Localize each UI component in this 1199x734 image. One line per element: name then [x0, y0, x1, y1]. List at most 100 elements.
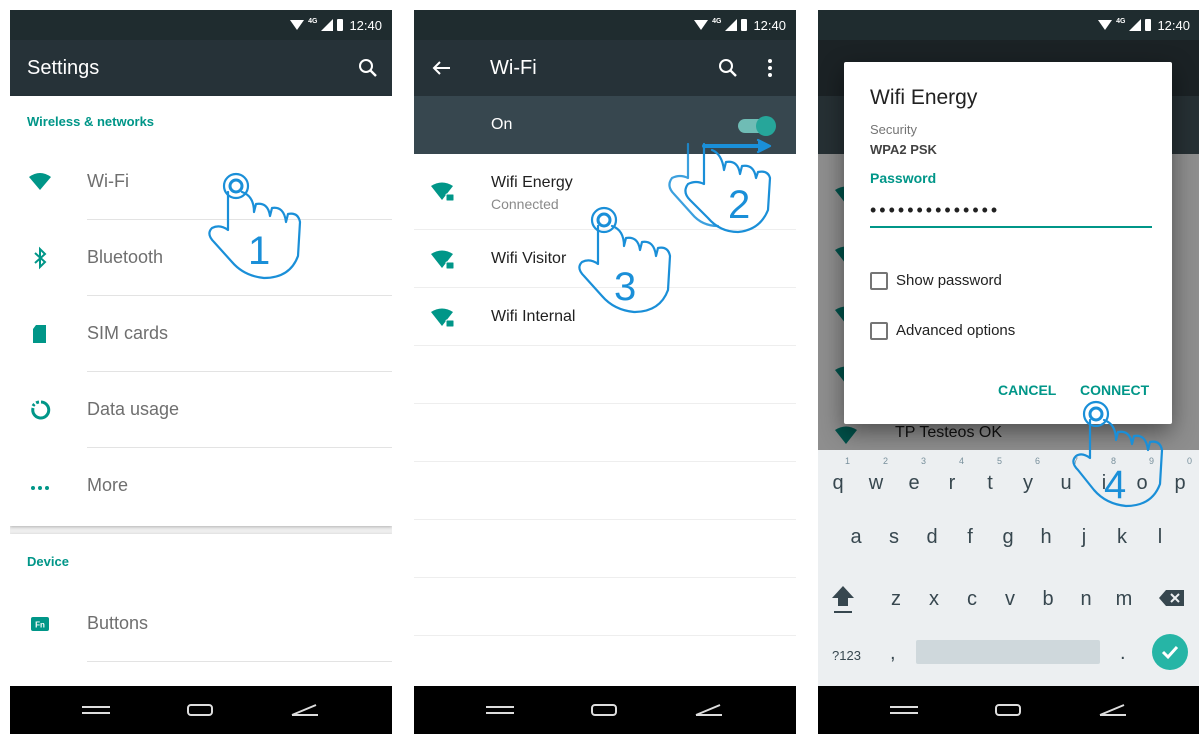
backspace-icon[interactable] [1158, 588, 1186, 608]
settings-item-more[interactable]: More [10, 448, 392, 524]
network-type-label: 4G [1116, 17, 1126, 25]
recent-apps-icon[interactable] [480, 699, 520, 721]
battery-icon [1145, 19, 1152, 31]
step-number: 1 [248, 229, 270, 273]
checkbox-icon [870, 272, 888, 290]
overflow-menu-icon[interactable] [758, 56, 782, 80]
key-v[interactable]: v [992, 578, 1028, 624]
battery-icon [741, 19, 748, 31]
wireless-card: Wireless & networks Wi-Fi Bluetooth SIM … [10, 96, 392, 526]
wifi-network-name: TP Testeos OK [895, 424, 1003, 441]
shift-key-icon[interactable] [830, 582, 856, 616]
symbols-key[interactable]: ?123 [832, 648, 861, 663]
key-c[interactable]: c [954, 578, 990, 624]
key-z[interactable]: z [878, 578, 914, 624]
key-s[interactable]: s [876, 516, 912, 562]
search-icon[interactable] [356, 56, 380, 80]
key-t[interactable]: 5t [972, 454, 1008, 500]
navigation-bar [414, 686, 796, 734]
spacebar[interactable] [916, 640, 1100, 664]
app-bar: Wi-Fi [414, 40, 796, 96]
home-icon[interactable] [180, 699, 220, 721]
wifi-network-status: Connected [491, 196, 559, 212]
switch-label: On [491, 116, 513, 133]
data-usage-icon [28, 398, 52, 422]
settings-item-label: Bluetooth [87, 247, 164, 267]
fn-buttons-icon: Fn [28, 612, 52, 636]
period-key[interactable]: . [1120, 642, 1126, 665]
status-time: 12:40 [1157, 17, 1190, 33]
cell-signal-icon [725, 19, 738, 31]
settings-item-label: SIM cards [87, 323, 169, 343]
key-d[interactable]: d [914, 516, 950, 562]
connect-dialog-screen: 4G 12:40 TP Testeos OK Wifi Energy Secur… [818, 10, 1199, 734]
key-g[interactable]: g [990, 516, 1026, 562]
home-icon[interactable] [584, 699, 624, 721]
wifi-lock-icon [430, 180, 456, 204]
wifi-lock-icon [834, 424, 860, 453]
advanced-options-checkbox[interactable]: Advanced options [870, 320, 1130, 344]
key-x[interactable]: x [916, 578, 952, 624]
step-number: 3 [614, 265, 636, 309]
settings-item-sim-cards[interactable]: SIM cards [10, 296, 392, 372]
security-value: WPA2 PSK [870, 142, 937, 157]
cancel-button[interactable]: CANCEL [998, 382, 1056, 398]
key-u[interactable]: 7u [1048, 454, 1084, 500]
settings-item-label: Wi-Fi [87, 171, 129, 191]
key-e[interactable]: 3e [896, 454, 932, 500]
settings-item-label: Data usage [87, 399, 180, 419]
password-input[interactable] [870, 194, 1152, 228]
back-icon[interactable] [286, 699, 326, 721]
status-bar: 4G 12:40 [414, 10, 796, 40]
home-icon[interactable] [988, 699, 1028, 721]
settings-item-label: More [87, 475, 129, 495]
comma-key[interactable]: , [890, 642, 896, 665]
key-y[interactable]: 6y [1010, 454, 1046, 500]
checkbox-icon [870, 322, 888, 340]
key-w[interactable]: 2w [858, 454, 894, 500]
wifi-lock-icon [430, 248, 456, 272]
key-h[interactable]: h [1028, 516, 1064, 562]
tap-gesture-hand-icon: 4 [1072, 396, 1190, 536]
search-icon[interactable] [716, 56, 740, 80]
wifi-signal-icon [694, 20, 709, 30]
key-n[interactable]: n [1068, 578, 1104, 624]
status-bar: 4G 12:40 [10, 10, 392, 40]
enter-checkmark-icon[interactable] [1152, 634, 1188, 670]
key-b[interactable]: b [1030, 578, 1066, 624]
settings-item-data-usage[interactable]: Data usage [10, 372, 392, 448]
wifi-icon [28, 170, 52, 194]
cell-signal-icon [321, 19, 334, 31]
recent-apps-icon[interactable] [76, 699, 116, 721]
navigation-bar [10, 686, 392, 734]
section-header-wireless: Wireless & networks [27, 114, 155, 129]
recent-apps-icon[interactable] [884, 699, 924, 721]
security-label: Security [870, 122, 917, 137]
network-type-label: 4G [308, 17, 318, 25]
page-title: Wi-Fi [490, 57, 537, 79]
key-r[interactable]: 4r [934, 454, 970, 500]
key-a[interactable]: a [838, 516, 874, 562]
status-time: 12:40 [349, 17, 382, 33]
page-title: Settings [27, 57, 100, 79]
key-q[interactable]: 1q [820, 454, 856, 500]
status-time: 12:40 [753, 17, 786, 33]
back-icon[interactable] [690, 699, 730, 721]
status-bar: 4G 12:40 [818, 10, 1199, 40]
navigation-bar [818, 686, 1199, 734]
settings-screen: 4G 12:40 Settings Wireless & networks Wi… [10, 10, 392, 734]
sim-card-icon [28, 322, 52, 346]
wifi-screen: 4G 12:40 Wi-Fi On Wifi Energy Connected … [414, 10, 796, 734]
back-arrow-icon[interactable] [430, 56, 454, 80]
key-m[interactable]: m [1106, 578, 1142, 624]
cell-signal-icon [1129, 19, 1142, 31]
wifi-connect-dialog: Wifi Energy Security WPA2 PSK Password S… [844, 62, 1172, 424]
show-password-checkbox[interactable]: Show password [870, 270, 1130, 294]
step-number: 4 [1104, 463, 1126, 507]
network-type-label: 4G [712, 17, 722, 25]
key-f[interactable]: f [952, 516, 988, 562]
tap-gesture-hand-icon: 1 [198, 168, 308, 288]
settings-item-buttons[interactable]: Fn Buttons [10, 586, 392, 662]
back-icon[interactable] [1094, 699, 1134, 721]
device-card: Device Fn Buttons [10, 534, 392, 694]
